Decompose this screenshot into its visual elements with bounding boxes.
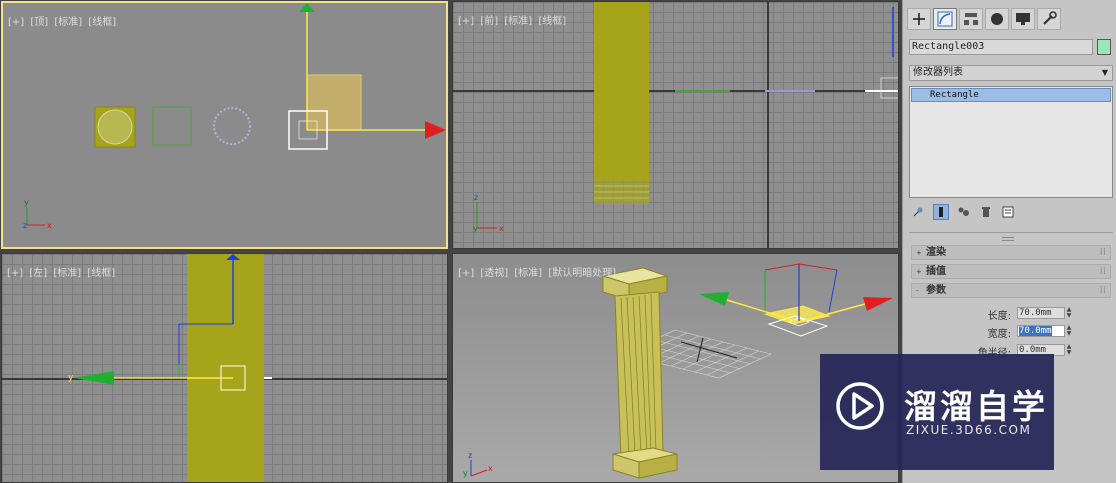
utilities-tab[interactable] — [1037, 8, 1061, 30]
modifier-stack-item[interactable]: Rectangle — [911, 88, 1111, 102]
rollout-parameters[interactable]: - 参数 ⁞⁞ — [911, 283, 1111, 298]
make-unique-button[interactable] — [957, 205, 971, 219]
divider — [909, 232, 1113, 233]
rectangle-shape — [152, 106, 192, 146]
trash-icon — [982, 207, 990, 217]
gizmo-x-arrow — [425, 121, 446, 139]
rollout-grip-icon: ⁞⁞ — [1099, 285, 1106, 296]
chevron-down-icon: ▼ — [1101, 68, 1108, 77]
modifier-list-dropdown[interactable]: 修改器列表 ▼ — [909, 65, 1113, 81]
gizmo-y-arrow — [299, 3, 315, 12]
dotted-circle-shape — [213, 107, 251, 145]
width-spinner[interactable]: ▲ ▼ — [1065, 325, 1073, 337]
configure-icon — [1002, 206, 1014, 218]
move-gizmo-plane — [306, 74, 362, 131]
play-logo-icon — [836, 382, 884, 430]
hierarchy-tab[interactable] — [959, 8, 983, 30]
gizmo-x-arrow — [863, 297, 893, 311]
pin-icon — [913, 207, 923, 217]
viewport-view-menu[interactable]: [左] — [29, 268, 47, 279]
viewport-mode-menu[interactable]: [线框] — [538, 16, 566, 27]
configure-sets-button[interactable] — [1001, 205, 1015, 219]
show-end-result-button[interactable] — [933, 204, 949, 220]
rollout-interpolation[interactable]: + 插值 ⁞⁞ — [911, 264, 1111, 279]
pin-stack-button[interactable] — [911, 205, 925, 219]
rollout-render[interactable]: + 渲染 ⁞⁞ — [911, 245, 1111, 260]
param-width: 宽度: 70.0mm ▲ ▼ — [987, 324, 1073, 341]
object-name-field[interactable]: Rectangle003 — [909, 39, 1093, 55]
viewport-view-menu[interactable]: [透视] — [480, 268, 508, 279]
viewport-shading-menu[interactable]: [标准] — [54, 17, 82, 28]
modify-icon — [937, 11, 953, 27]
drag-handle[interactable] — [1002, 237, 1014, 241]
create-icon — [913, 13, 925, 25]
remove-modifier-button[interactable] — [979, 205, 993, 219]
viewport-mode-menu[interactable]: [线框] — [88, 17, 116, 28]
watermark-title: 溜溜自学 — [904, 387, 1048, 426]
command-panel-tabs — [907, 8, 1061, 32]
viewport-shading-menu[interactable]: [标准] — [504, 16, 532, 27]
motion-tab[interactable] — [985, 8, 1009, 30]
viewport-plus-menu[interactable]: [+] — [7, 268, 23, 279]
viewport-label[interactable]: [+] [顶] [标准] [线框] — [8, 13, 119, 28]
viewport-label[interactable]: [+] [前] [标准] [线框] — [458, 12, 569, 27]
viewport-front[interactable]: [+] [前] [标准] [线框] z x y — [452, 1, 899, 249]
column-object — [594, 2, 649, 180]
show-end-result-icon — [939, 207, 943, 217]
axis-x-label: x — [488, 464, 493, 473]
width-input[interactable]: 70.0mm — [1017, 325, 1065, 337]
gizmo-y-arrow — [699, 292, 729, 306]
axis-y-label: y — [473, 224, 478, 233]
axis-y-label: y — [24, 198, 29, 207]
viewport-label[interactable]: [+] [左] [标准] [线框] — [7, 264, 118, 279]
viewport-view-menu[interactable]: [前] — [480, 16, 498, 27]
modifier-stack: Rectangle — [909, 86, 1113, 198]
watermark-url: ZIXUE.3D66.COM — [906, 423, 1032, 437]
axis-x-label: x — [47, 221, 52, 230]
axis-z-label: z — [474, 193, 478, 202]
viewport-left[interactable]: [+] [左] [标准] [线框] y — [1, 253, 448, 483]
viewport-shading-menu[interactable]: [标准] — [514, 268, 542, 279]
gizmo-y-arrow — [74, 371, 114, 385]
param-length: 长度: 70.0mm ▲ ▼ — [987, 306, 1073, 323]
object-color-swatch[interactable] — [1097, 39, 1111, 55]
utilities-icon — [1043, 11, 1057, 25]
viewport-plus-menu[interactable]: [+] — [458, 268, 474, 279]
viewport-top[interactable]: [+] [顶] [标准] [线框] y x z — [1, 1, 448, 249]
motion-icon — [991, 13, 1003, 25]
corner-radius-spinner[interactable]: ▲ ▼ — [1065, 344, 1073, 356]
circle-shape — [97, 109, 133, 145]
viewport-mode-menu[interactable]: [线框] — [87, 268, 115, 279]
viewport-plus-menu[interactable]: [+] — [458, 16, 474, 27]
axis-x-label: x — [499, 224, 504, 233]
viewport-view-menu[interactable]: [顶] — [30, 17, 48, 28]
viewport-plus-menu[interactable]: [+] — [8, 17, 24, 28]
column-object — [187, 254, 264, 482]
rollout-grip-icon: ⁞⁞ — [1099, 266, 1106, 277]
display-icon — [1016, 13, 1030, 25]
viewport-shading-menu[interactable]: [标准] — [53, 268, 81, 279]
axis-y-label: y — [68, 373, 74, 383]
viewport-label[interactable]: [+] [透视] [标准] [默认明暗处理] — [458, 264, 619, 279]
axis-z-label: z — [23, 221, 27, 230]
top-view-scene[interactable]: y x z — [3, 3, 446, 247]
axis-y-label: y — [463, 469, 468, 478]
display-tab[interactable] — [1011, 8, 1035, 30]
create-tab[interactable] — [907, 8, 931, 30]
make-unique-icon — [958, 207, 969, 216]
viewport-mode-menu[interactable]: [默认明暗处理] — [548, 268, 616, 279]
front-view-scene[interactable]: z x y — [453, 2, 899, 249]
length-input[interactable]: 70.0mm — [1017, 307, 1065, 319]
rollout-grip-icon: ⁞⁞ — [1099, 247, 1106, 258]
watermark: 溜溜自学 ZIXUE.3D66.COM — [820, 354, 1054, 470]
modifier-list-label: 修改器列表 — [913, 67, 963, 78]
axis-z-label: z — [468, 451, 472, 460]
left-view-scene[interactable]: y — [2, 254, 448, 483]
hierarchy-icon — [964, 13, 978, 25]
length-spinner[interactable]: ▲ ▼ — [1065, 307, 1073, 319]
modifier-stack-toolbar — [911, 203, 1015, 221]
modify-tab[interactable] — [933, 8, 957, 30]
